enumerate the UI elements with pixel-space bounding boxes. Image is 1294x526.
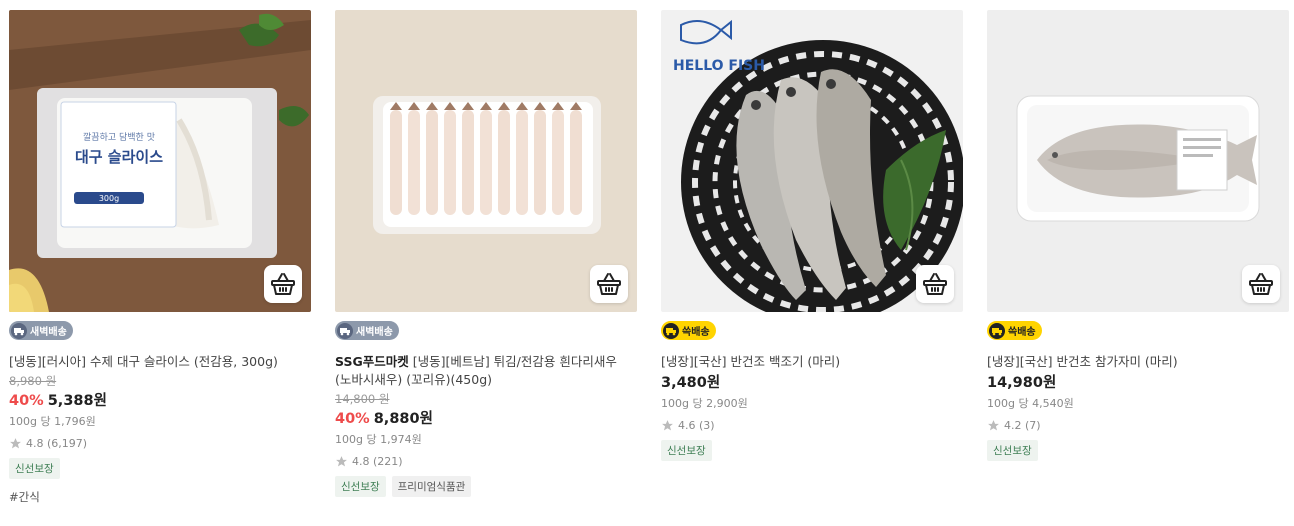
price-row: 40% 5,388원 [9, 391, 311, 411]
rating-text: 4.6 (3) [678, 418, 715, 432]
tag: 신선보장 [9, 457, 60, 479]
sale-price: 14,980원 [987, 374, 1057, 391]
delivery-badge: 쓱배송 [661, 321, 716, 340]
delivery-badge: 쓱배송 [987, 321, 1042, 340]
price-row: 40% 8,880원 [335, 409, 637, 429]
product-image[interactable] [335, 10, 637, 312]
tag-list: 신선보장 프리미엄식품관 [335, 475, 637, 497]
svg-text:HELLO FISH: HELLO FISH [673, 58, 765, 74]
product-title[interactable]: [냉장][국산] 반건조 백조기 (마리) [661, 353, 963, 371]
star-icon [661, 419, 674, 432]
delivery-badge: 새벽배송 [335, 321, 399, 340]
truck-icon [663, 322, 679, 339]
delivery-badge-label: 새벽배송 [356, 327, 393, 338]
basket-icon [271, 273, 295, 295]
svg-text:대구 슬라이스: 대구 슬라이스 [75, 148, 163, 166]
original-price: 8,980 원 [9, 373, 57, 388]
sale-price: 3,480원 [661, 374, 721, 391]
add-to-cart-button[interactable] [1242, 265, 1280, 303]
price-row: 14,980원 [987, 373, 1289, 393]
basket-icon [923, 273, 947, 295]
price-row: 3,480원 [661, 373, 963, 393]
basket-icon [1249, 273, 1273, 295]
product-title[interactable]: [냉동][러시아] 수제 대구 슬라이스 (전감용, 300g) [9, 353, 311, 371]
product-title[interactable]: SSG푸드마켓 [냉동][베트남] 튀김/전감용 흰다리새우 (노바시새우) (… [335, 353, 637, 389]
add-to-cart-button[interactable] [590, 265, 628, 303]
unit-price: 100g 당 1,974원 [335, 432, 422, 446]
product-card[interactable]: 깔끔하고 담백한 맛 대구 슬라이스 300g 새벽배송 [냉동][러시아] 수… [9, 10, 311, 505]
delivery-badge-label: 쓱배송 [1008, 327, 1036, 338]
original-price: 14,800 원 [335, 391, 390, 406]
truck-icon [11, 322, 27, 339]
product-image[interactable] [987, 10, 1289, 312]
product-image[interactable]: HELLO FISH [661, 10, 963, 312]
delivery-badge-label: 새벽배송 [30, 327, 67, 338]
svg-text:300g: 300g [99, 194, 119, 203]
tag-list: 신선보장 [987, 439, 1289, 461]
product-title-text[interactable]: [냉장][국산] 반건조 백조기 (마리) [661, 354, 840, 369]
product-title-text[interactable]: [냉동][러시아] 수제 대구 슬라이스 (전감용, 300g) [9, 354, 278, 369]
rating: 4.8 (6,197) [9, 437, 311, 450]
unit-price: 100g 당 2,900원 [661, 396, 748, 410]
tag-list: 신선보장 [9, 457, 311, 479]
discount-rate: 40% [9, 392, 44, 409]
delivery-badge: 새벽배송 [9, 321, 73, 340]
delivery-badge-label: 쓱배송 [682, 327, 710, 338]
add-to-cart-button[interactable] [916, 265, 954, 303]
truck-icon [337, 322, 353, 339]
tag: 신선보장 [987, 439, 1038, 461]
product-title[interactable]: [냉장][국산] 반건초 참가자미 (마리) [987, 353, 1289, 371]
sale-price: 8,880원 [373, 410, 433, 427]
svg-text:깔끔하고 담백한 맛: 깔끔하고 담백한 맛 [83, 131, 155, 143]
tag: 프리미엄식품관 [391, 475, 472, 497]
star-icon [335, 455, 348, 468]
basket-icon [597, 273, 621, 295]
add-to-cart-button[interactable] [264, 265, 302, 303]
star-icon [9, 437, 22, 450]
discount-rate: 40% [335, 410, 370, 427]
rating-text: 4.8 (221) [352, 454, 403, 468]
product-title-text[interactable]: [냉장][국산] 반건초 참가자미 (마리) [987, 354, 1178, 369]
product-card[interactable]: HELLO FISH 쓱배송 [냉장][국산] 반건조 백조기 (마리) 3,4 [661, 10, 963, 461]
unit-price: 100g 당 4,540원 [987, 396, 1074, 410]
truck-icon [989, 322, 1005, 339]
rating: 4.2 (7) [987, 419, 1289, 432]
tag: 신선보장 [335, 475, 386, 497]
product-card[interactable]: 쓱배송 [냉장][국산] 반건초 참가자미 (마리) 14,980원 100g … [987, 10, 1289, 461]
product-grid: 깔끔하고 담백한 맛 대구 슬라이스 300g 새벽배송 [냉동][러시아] 수… [0, 0, 1294, 526]
tag: 신선보장 [661, 439, 712, 461]
brand-name[interactable]: SSG푸드마켓 [335, 354, 409, 369]
star-icon [987, 419, 1000, 432]
hashtag[interactable]: #간식 [9, 489, 311, 505]
tag-list: 신선보장 [661, 439, 963, 461]
sale-price: 5,388원 [47, 392, 107, 409]
rating-text: 4.2 (7) [1004, 418, 1041, 432]
unit-price: 100g 당 1,796원 [9, 414, 96, 428]
product-image[interactable]: 깔끔하고 담백한 맛 대구 슬라이스 300g [9, 10, 311, 312]
rating: 4.6 (3) [661, 419, 963, 432]
rating-text: 4.8 (6,197) [26, 436, 88, 450]
product-card[interactable]: 새벽배송 SSG푸드마켓 [냉동][베트남] 튀김/전감용 흰다리새우 (노바시… [335, 10, 637, 497]
rating: 4.8 (221) [335, 455, 637, 468]
